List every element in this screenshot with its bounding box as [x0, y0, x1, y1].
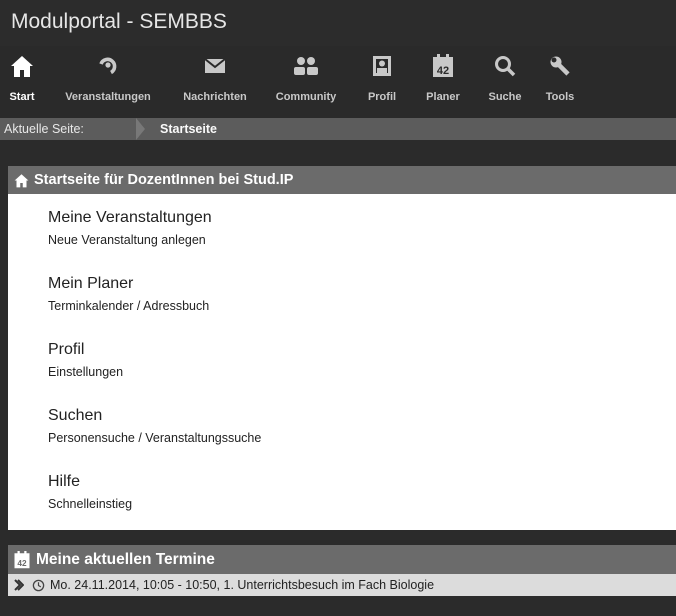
termine-panel-title: Meine aktuellen Termine [36, 550, 215, 568]
nav-label-planer: Planer [426, 91, 460, 103]
entry-sub-link[interactable]: Einstellungen [48, 364, 676, 380]
entry-title-link[interactable]: Hilfe [48, 472, 676, 492]
entry-sub-link[interactable]: Neue Veranstaltung anlegen [48, 232, 676, 248]
entry-veranstaltungen: Meine Veranstaltungen Neue Veranstaltung… [8, 208, 676, 248]
breadcrumb: Aktuelle Seite: Startseite [0, 118, 676, 140]
app-title: Modulportal - SEMBBS [0, 0, 676, 46]
start-panel-header: Startseite für DozentInnen bei Stud.IP [8, 166, 676, 194]
start-panel-body: Meine Veranstaltungen Neue Veranstaltung… [8, 194, 676, 530]
nav-item-nachrichten[interactable]: Nachrichten [172, 46, 258, 118]
calendar-icon: 42 [13, 550, 31, 569]
home-icon [13, 172, 29, 188]
mail-icon [201, 53, 229, 79]
event-text: Mo. 24.11.2014, 10:05 - 10:50, 1. Unterr… [50, 578, 435, 592]
entry-profil: Profil Einstellungen [8, 340, 676, 380]
nav-label-nachrichten: Nachrichten [183, 91, 247, 103]
entry-hilfe: Hilfe Schnelleinstieg [8, 472, 676, 512]
entry-title-link[interactable]: Profil [48, 340, 676, 360]
entry-planer: Mein Planer Terminkalender / Adressbuch [8, 274, 676, 314]
nav-item-community[interactable]: Community [258, 46, 354, 118]
profile-icon [368, 53, 396, 79]
nav-item-planer[interactable]: 42 Planer [410, 46, 476, 118]
entry-suchen: Suchen Personensuche / Veranstaltungssuc… [8, 406, 676, 446]
courses-icon [94, 53, 122, 79]
event-row[interactable]: Mo. 24.11.2014, 10:05 - 10:50, 1. Unterr… [8, 574, 676, 596]
entry-title-link[interactable]: Meine Veranstaltungen [48, 208, 676, 228]
calendar-icon-number: 42 [437, 65, 449, 77]
community-icon [292, 53, 320, 79]
nav-label-veranstaltungen: Veranstaltungen [65, 91, 151, 103]
calendar-icon-number: 42 [17, 559, 27, 568]
nav-item-tools[interactable]: Tools [534, 46, 586, 118]
calendar-icon: 42 [429, 53, 457, 79]
spacer [0, 140, 676, 166]
entry-title-link[interactable]: Mein Planer [48, 274, 676, 294]
breadcrumb-arrow-icon [136, 118, 145, 140]
nav-item-veranstaltungen[interactable]: Veranstaltungen [44, 46, 172, 118]
main-navigation: Start Veranstaltungen Nachrichten Commun… [0, 46, 676, 118]
nav-label-start: Start [9, 91, 35, 103]
search-icon [491, 53, 519, 79]
nav-label-profil: Profil [367, 91, 397, 103]
start-panel-title: Startseite für DozentInnen bei Stud.IP [34, 172, 294, 188]
termine-panel-header: 42 Meine aktuellen Termine [8, 545, 676, 574]
entry-title-link[interactable]: Suchen [48, 406, 676, 426]
entry-sub-link[interactable]: Schnelleinstieg [48, 496, 676, 512]
breadcrumb-label: Aktuelle Seite: [4, 122, 84, 136]
nav-label-suche: Suche [488, 91, 522, 103]
clock-icon [31, 578, 45, 592]
nav-item-suche[interactable]: Suche [476, 46, 534, 118]
spacer [0, 530, 676, 545]
nav-label-community: Community [275, 91, 337, 103]
breadcrumb-current[interactable]: Startseite [160, 122, 217, 136]
home-icon [8, 53, 36, 79]
wrench-icon [546, 53, 574, 79]
entry-sub-link[interactable]: Personensuche / Veranstaltungssuche [48, 430, 676, 446]
entry-sub-link[interactable]: Terminkalender / Adressbuch [48, 298, 676, 314]
nav-label-tools: Tools [545, 91, 575, 103]
nav-item-start[interactable]: Start [0, 46, 44, 118]
nav-item-profil[interactable]: Profil [354, 46, 410, 118]
expand-arrow-icon[interactable] [12, 578, 26, 592]
